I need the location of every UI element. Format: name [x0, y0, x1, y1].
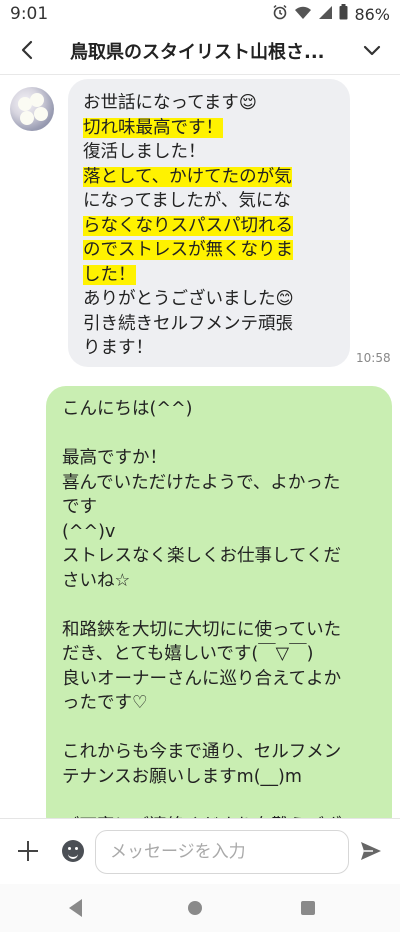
message-timestamp: 10:58 — [356, 351, 391, 365]
highlighted-text: した！ — [83, 264, 136, 285]
status-time: 9:01 — [10, 4, 49, 24]
alarm-icon — [272, 4, 288, 24]
message-line: らなくなりスパスパ切れる — [83, 214, 343, 239]
chat-header: 鳥取県のスタイリスト山根さ... — [0, 28, 400, 75]
wifi-icon — [294, 5, 312, 24]
send-icon[interactable] — [360, 841, 384, 863]
message-composer — [0, 818, 400, 885]
emoji-icon[interactable] — [62, 840, 84, 862]
message-line: 復活しました！ — [83, 142, 206, 162]
message-line: になってましたが、気にな — [83, 191, 291, 211]
highlighted-text: 落として、かけてたのが気 — [83, 166, 292, 187]
highlighted-text: 切れ味最高です！ — [83, 117, 223, 138]
chat-title[interactable]: 鳥取県のスタイリスト山根さ... — [70, 38, 350, 64]
message-list[interactable]: お世話になってます😌 切れ味最高です！ 復活しました！ 落として、かけてたのが気… — [0, 75, 400, 818]
message-line: 引き続きセルフメンテ頑張 — [83, 313, 293, 334]
highlighted-text: のでストレスが無くなりま — [83, 240, 293, 260]
plus-icon[interactable] — [16, 839, 40, 863]
message-input-wrapper[interactable] — [95, 830, 349, 874]
message-line: 切れ味最高です！ — [83, 116, 343, 141]
outgoing-message-bubble[interactable]: こんにちは(^^) 最高ですか！ 喜んでいただけたようで、よかった です (^^… — [46, 386, 392, 818]
signal-icon — [318, 5, 333, 24]
highlighted-text: らなくなりスパスパ切れる — [83, 215, 293, 236]
battery-level: 86% — [354, 4, 390, 24]
menu-button[interactable] — [358, 36, 386, 64]
back-button[interactable] — [14, 36, 42, 64]
avatar[interactable] — [10, 87, 54, 131]
status-icons: 86% — [272, 4, 390, 24]
message-line: のでストレスが無くなりま — [83, 238, 343, 263]
incoming-message-bubble[interactable]: お世話になってます😌 切れ味最高です！ 復活しました！ 落として、かけてたのが気… — [68, 79, 350, 367]
system-nav-bar — [0, 884, 400, 932]
nav-recents-icon[interactable] — [301, 901, 315, 915]
message-line: ありがとうございました😊 — [83, 289, 294, 309]
message-line: ります！ — [83, 338, 153, 358]
chevron-down-icon — [363, 45, 381, 56]
message-line: 落として、かけてたのが気 — [83, 165, 343, 190]
message-line: お世話になってます😌 — [83, 93, 257, 113]
status-bar: 9:01 86% — [0, 0, 400, 28]
battery-icon — [339, 4, 348, 24]
incoming-message-text: お世話になってます😌 切れ味最高です！ 復活しました！ 落として、かけてたのが気… — [83, 91, 343, 361]
outgoing-message-text: こんにちは(^^) 最高ですか！ 喜んでいただけたようで、よかった です (^^… — [62, 399, 342, 818]
back-arrow-icon — [21, 40, 33, 60]
nav-home-icon[interactable] — [188, 901, 202, 915]
message-line: した！ — [83, 263, 343, 288]
nav-back-icon[interactable] — [69, 899, 82, 917]
message-input[interactable] — [108, 841, 342, 863]
